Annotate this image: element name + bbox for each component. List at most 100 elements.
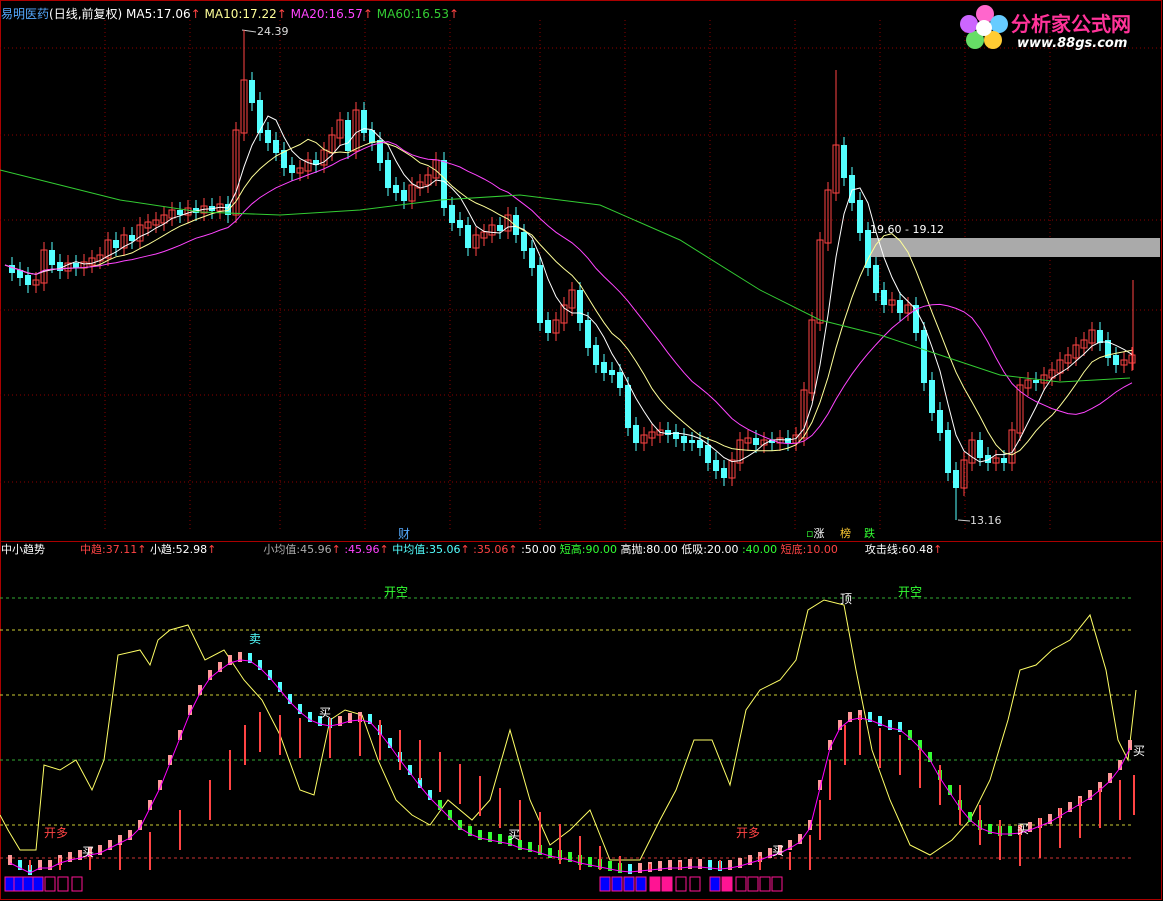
candle-body-down <box>25 275 31 285</box>
candle-body-down <box>249 80 255 103</box>
gp-value: 80.00 <box>646 543 678 556</box>
candle-body-down <box>57 262 63 271</box>
xjz-value: 45.96 <box>300 543 332 556</box>
xiao-label: 小趋: <box>149 543 176 556</box>
dx-value: 20.00 <box>706 543 739 556</box>
signal-kaikong-1: 开空 <box>384 585 409 599</box>
dd-label: 短底: <box>780 543 807 556</box>
fifty-value: :50.00 <box>521 543 557 556</box>
zjz-value: 35.06 <box>428 543 461 556</box>
candle-body-down <box>721 468 727 478</box>
candle-body-down <box>585 320 591 348</box>
forty-value: :40.00 <box>741 543 778 556</box>
chart-canvas[interactable] <box>0 0 1163 901</box>
candle-body-down <box>881 290 887 305</box>
period-label: (日线,前复权) <box>49 7 123 21</box>
high-price-label: 24.39 <box>257 25 289 38</box>
signal-box <box>721 876 733 892</box>
dx-label: 低吸: <box>681 543 707 556</box>
candle-body-down <box>465 225 471 248</box>
signal-box <box>689 876 701 892</box>
candle-body-down <box>681 436 687 443</box>
signal-box <box>649 876 661 892</box>
candle-body-down <box>497 225 503 231</box>
candle-body-down <box>937 410 943 433</box>
signal-box <box>623 876 635 892</box>
signal-box <box>44 876 56 892</box>
price-grid <box>0 20 1163 530</box>
candle-body-down <box>929 380 935 413</box>
candle-body-down <box>841 145 847 178</box>
candle-body-down <box>1001 458 1007 463</box>
candle-body-down <box>601 362 607 373</box>
xjz-arrow-icon: ↑ <box>331 543 341 556</box>
candle-body-down <box>113 240 119 248</box>
logo-url: www.88gs.com <box>1017 36 1128 51</box>
ma60-line <box>0 169 1131 383</box>
signal-box <box>735 876 747 892</box>
signal-kaiduo-1: 开多 <box>44 826 69 840</box>
candle-body-down <box>1033 380 1039 383</box>
candle-body-down <box>73 263 79 268</box>
candle-body-down <box>897 300 903 313</box>
candle-body-down <box>713 460 719 471</box>
event-cai[interactable]: 财 <box>398 527 410 541</box>
gjx-label: 攻击线: <box>864 543 902 556</box>
signal-ding: 顶 <box>840 592 853 606</box>
logo-brand: 分析家公式网 <box>1011 12 1131 36</box>
candle-body-down <box>697 440 703 448</box>
event-die[interactable]: 跌 <box>864 527 875 541</box>
signal-box <box>759 876 771 892</box>
signal-box <box>771 876 783 892</box>
ma10-value: 17.22 <box>242 7 277 21</box>
candle-body-down <box>441 160 447 208</box>
moving-average-lines <box>0 115 1133 463</box>
candle-body-down <box>457 220 463 228</box>
gp-label: 高抛: <box>620 543 647 556</box>
xjz-label: 小均值: <box>263 543 301 556</box>
zjz-label: 中均值: <box>392 543 429 556</box>
candle-body-down <box>521 232 527 251</box>
candle-body-down <box>289 165 295 173</box>
xiao-value: 52.98 <box>175 543 208 556</box>
ma60-value: 16.53 <box>414 7 450 21</box>
event-zhang[interactable]: ▫涨 <box>806 527 824 541</box>
signal-box <box>71 876 83 892</box>
candle-body-down <box>545 320 551 333</box>
candle-body-down <box>129 235 135 241</box>
candle-body-down <box>393 185 399 193</box>
signal-mai-4: 买 <box>772 844 785 858</box>
candle-body-down <box>593 345 599 365</box>
signal-box <box>675 876 687 892</box>
zhong-label: 中趋: <box>80 543 106 556</box>
zjz2-arrow-icon: ↑ <box>508 543 518 556</box>
dd-value: 10.00 <box>806 543 838 556</box>
candle-body-down <box>921 330 927 383</box>
range-label: 19.60 - 19.12 <box>870 223 944 236</box>
xjz2-value: :45.96 <box>344 543 380 556</box>
candle-body-down <box>577 290 583 323</box>
signal-box <box>635 876 647 892</box>
stock-name[interactable]: 易明医药 <box>1 7 49 21</box>
signal-box <box>57 876 69 892</box>
signal-kaikong-2: 开空 <box>898 585 923 599</box>
candle-body-down <box>1097 330 1103 343</box>
candle-body-down <box>265 130 271 143</box>
event-bang[interactable]: 榜 <box>840 527 851 541</box>
candle-body-down <box>977 440 983 458</box>
candle-body-down <box>1113 355 1119 365</box>
xiao-avg-line <box>9 659 1131 874</box>
indicator-name[interactable]: 中小趋势 <box>1 543 45 556</box>
ma20-arrow-icon: ↑ <box>362 7 373 21</box>
candle-body-down <box>689 440 695 443</box>
ma20-label: MA20: <box>290 7 329 21</box>
attack-line <box>0 599 1137 861</box>
signal-kaiduo-2: 开多 <box>736 826 761 840</box>
ma60-label: MA60: <box>376 7 415 21</box>
candle-body-down <box>529 248 535 268</box>
signal-mai-1: 买 <box>82 845 95 859</box>
candle-body-down <box>401 190 407 201</box>
candle-body-down <box>9 265 15 273</box>
indicator-header: 中小趋势 中趋:37.11↑ 小趋:52.98↑ 小均值:45.96↑ :45.… <box>1 543 942 557</box>
candle-body-down <box>873 265 879 293</box>
